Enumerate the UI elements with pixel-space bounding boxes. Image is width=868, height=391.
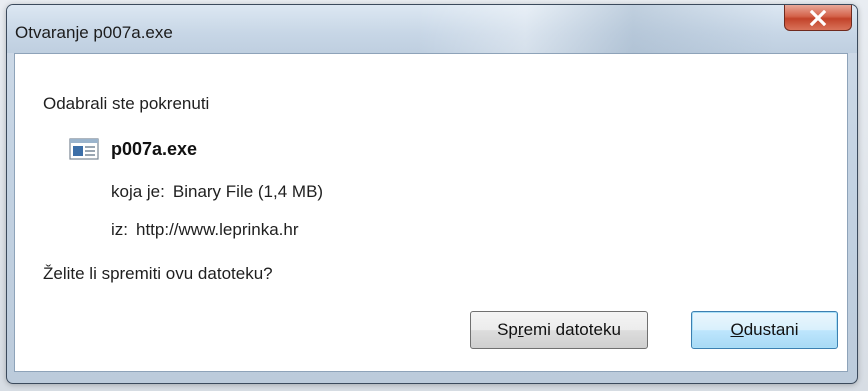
save-button-label-prefix: Sp <box>497 320 518 339</box>
file-source-row: iz: http://www.leprinka.hr <box>111 220 299 240</box>
save-button-label-suffix: emi datoteku <box>523 320 621 339</box>
window-title: Otvaranje p007a.exe <box>15 23 173 42</box>
intro-text: Odabrali ste pokrenuti <box>43 94 210 113</box>
cancel-button-accelerator: O <box>730 320 744 339</box>
title-bar-glare <box>417 5 777 53</box>
file-type-label: koja je: <box>111 182 165 201</box>
file-row: p007a.exe <box>69 138 197 160</box>
file-source-label: iz: <box>111 220 128 239</box>
file-source-value: http://www.leprinka.hr <box>136 220 299 239</box>
file-type-value: Binary File (1,4 MB) <box>172 182 324 201</box>
close-button[interactable] <box>784 5 852 31</box>
dialog-content: Odabrali ste pokrenuti p007a.exe koja je… <box>14 53 848 372</box>
file-name: p007a.exe <box>111 138 198 159</box>
save-file-button[interactable]: Sp r emi datoteku <box>470 311 648 349</box>
executable-file-icon <box>69 138 99 160</box>
dialog-window: Otvaranje p007a.exe Odabrali ste pokrenu… <box>6 4 858 384</box>
save-question: Želite li spremiti ovu datoteku? <box>43 264 273 283</box>
close-icon <box>809 9 827 26</box>
cancel-button-label-suffix: dustani <box>743 320 799 339</box>
title-bar[interactable]: Otvaranje p007a.exe <box>7 5 857 53</box>
file-type-row: koja je: Binary File (1,4 MB) <box>111 182 323 202</box>
cancel-button[interactable]: Odustani <box>691 311 838 349</box>
